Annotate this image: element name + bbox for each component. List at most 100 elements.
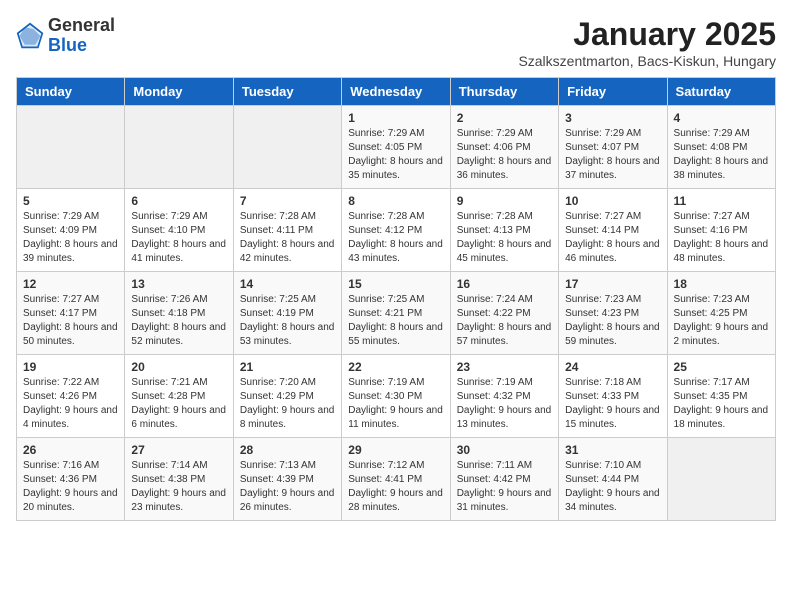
- day-info: Sunrise: 7:18 AM Sunset: 4:33 PM Dayligh…: [565, 376, 660, 432]
- logo-general: General: [48, 15, 115, 35]
- calendar-cell: 21 Sunrise: 7:20 AM Sunset: 4:29 PM Dayli…: [233, 355, 341, 438]
- calendar-cell: 18 Sunrise: 7:23 AM Sunset: 4:25 PM Dayli…: [667, 272, 775, 355]
- day-info: Sunrise: 7:20 AM Sunset: 4:29 PM Dayligh…: [240, 376, 335, 432]
- day-number: 2: [457, 111, 552, 125]
- day-info: Sunrise: 7:25 AM Sunset: 4:19 PM Dayligh…: [240, 293, 335, 349]
- day-number: 10: [565, 194, 660, 208]
- calendar-cell: 24 Sunrise: 7:18 AM Sunset: 4:33 PM Dayli…: [559, 355, 667, 438]
- weekday-header-thursday: Thursday: [450, 78, 558, 106]
- calendar-cell: 2 Sunrise: 7:29 AM Sunset: 4:06 PM Daylig…: [450, 106, 558, 189]
- day-info: Sunrise: 7:27 AM Sunset: 4:17 PM Dayligh…: [23, 293, 118, 349]
- weekday-header-wednesday: Wednesday: [342, 78, 450, 106]
- day-info: Sunrise: 7:19 AM Sunset: 4:30 PM Dayligh…: [348, 376, 443, 432]
- calendar-cell: 23 Sunrise: 7:19 AM Sunset: 4:32 PM Dayli…: [450, 355, 558, 438]
- day-info: Sunrise: 7:19 AM Sunset: 4:32 PM Dayligh…: [457, 376, 552, 432]
- calendar-cell: 12 Sunrise: 7:27 AM Sunset: 4:17 PM Dayli…: [17, 272, 125, 355]
- calendar-cell: 19 Sunrise: 7:22 AM Sunset: 4:26 PM Dayli…: [17, 355, 125, 438]
- calendar-cell: 15 Sunrise: 7:25 AM Sunset: 4:21 PM Dayli…: [342, 272, 450, 355]
- day-info: Sunrise: 7:16 AM Sunset: 4:36 PM Dayligh…: [23, 459, 118, 515]
- day-number: 18: [674, 277, 769, 291]
- day-number: 5: [23, 194, 118, 208]
- logo: General Blue: [16, 16, 115, 56]
- day-number: 12: [23, 277, 118, 291]
- day-info: Sunrise: 7:27 AM Sunset: 4:16 PM Dayligh…: [674, 210, 769, 266]
- day-info: Sunrise: 7:14 AM Sunset: 4:38 PM Dayligh…: [131, 459, 226, 515]
- day-info: Sunrise: 7:29 AM Sunset: 4:05 PM Dayligh…: [348, 127, 443, 183]
- calendar-cell: [667, 438, 775, 521]
- day-number: 9: [457, 194, 552, 208]
- calendar-cell: 6 Sunrise: 7:29 AM Sunset: 4:10 PM Daylig…: [125, 189, 233, 272]
- day-number: 27: [131, 443, 226, 457]
- logo-blue: Blue: [48, 35, 87, 55]
- day-info: Sunrise: 7:28 AM Sunset: 4:12 PM Dayligh…: [348, 210, 443, 266]
- day-number: 16: [457, 277, 552, 291]
- day-info: Sunrise: 7:17 AM Sunset: 4:35 PM Dayligh…: [674, 376, 769, 432]
- day-number: 24: [565, 360, 660, 374]
- calendar-week-3: 12 Sunrise: 7:27 AM Sunset: 4:17 PM Dayli…: [17, 272, 776, 355]
- calendar-cell: 4Sunrise: 7:29 AM Sunset: 4:08 PM Daylig…: [667, 106, 775, 189]
- calendar-cell: [17, 106, 125, 189]
- calendar-table: SundayMondayTuesdayWednesdayThursdayFrid…: [16, 77, 776, 521]
- logo-icon: [16, 22, 44, 50]
- calendar-cell: 1 Sunrise: 7:29 AM Sunset: 4:05 PM Daylig…: [342, 106, 450, 189]
- calendar-cell: 13 Sunrise: 7:26 AM Sunset: 4:18 PM Dayli…: [125, 272, 233, 355]
- calendar-cell: 28 Sunrise: 7:13 AM Sunset: 4:39 PM Dayli…: [233, 438, 341, 521]
- weekday-header-monday: Monday: [125, 78, 233, 106]
- calendar-cell: [233, 106, 341, 189]
- day-number: 28: [240, 443, 335, 457]
- weekday-header-row: SundayMondayTuesdayWednesdayThursdayFrid…: [17, 78, 776, 106]
- location: Szalkszentmarton, Bacs-Kiskun, Hungary: [518, 53, 776, 69]
- calendar-cell: 11Sunrise: 7:27 AM Sunset: 4:16 PM Dayli…: [667, 189, 775, 272]
- calendar-cell: 29 Sunrise: 7:12 AM Sunset: 4:41 PM Dayli…: [342, 438, 450, 521]
- day-info: Sunrise: 7:11 AM Sunset: 4:42 PM Dayligh…: [457, 459, 552, 515]
- day-number: 19: [23, 360, 118, 374]
- day-number: 20: [131, 360, 226, 374]
- calendar-cell: 20 Sunrise: 7:21 AM Sunset: 4:28 PM Dayli…: [125, 355, 233, 438]
- day-number: 31: [565, 443, 660, 457]
- day-number: 8: [348, 194, 443, 208]
- weekday-header-friday: Friday: [559, 78, 667, 106]
- day-info: Sunrise: 7:23 AM Sunset: 4:25 PM Dayligh…: [674, 293, 769, 349]
- day-number: 17: [565, 277, 660, 291]
- calendar-week-1: 1 Sunrise: 7:29 AM Sunset: 4:05 PM Daylig…: [17, 106, 776, 189]
- day-info: Sunrise: 7:22 AM Sunset: 4:26 PM Dayligh…: [23, 376, 118, 432]
- calendar-cell: 7Sunrise: 7:28 AM Sunset: 4:11 PM Daylig…: [233, 189, 341, 272]
- day-number: 23: [457, 360, 552, 374]
- day-number: 3: [565, 111, 660, 125]
- day-info: Sunrise: 7:29 AM Sunset: 4:06 PM Dayligh…: [457, 127, 552, 183]
- day-number: 21: [240, 360, 335, 374]
- day-number: 6: [131, 194, 226, 208]
- weekday-header-tuesday: Tuesday: [233, 78, 341, 106]
- calendar-cell: 30 Sunrise: 7:11 AM Sunset: 4:42 PM Dayli…: [450, 438, 558, 521]
- page-header: General Blue January 2025 Szalkszentmart…: [16, 16, 776, 69]
- day-info: Sunrise: 7:21 AM Sunset: 4:28 PM Dayligh…: [131, 376, 226, 432]
- calendar-cell: 10Sunrise: 7:27 AM Sunset: 4:14 PM Dayli…: [559, 189, 667, 272]
- calendar-cell: 22 Sunrise: 7:19 AM Sunset: 4:30 PM Dayli…: [342, 355, 450, 438]
- day-number: 15: [348, 277, 443, 291]
- day-info: Sunrise: 7:12 AM Sunset: 4:41 PM Dayligh…: [348, 459, 443, 515]
- day-number: 29: [348, 443, 443, 457]
- day-info: Sunrise: 7:25 AM Sunset: 4:21 PM Dayligh…: [348, 293, 443, 349]
- day-number: 30: [457, 443, 552, 457]
- day-info: Sunrise: 7:23 AM Sunset: 4:23 PM Dayligh…: [565, 293, 660, 349]
- calendar-cell: 8 Sunrise: 7:28 AM Sunset: 4:12 PM Daylig…: [342, 189, 450, 272]
- calendar-cell: 9Sunrise: 7:28 AM Sunset: 4:13 PM Daylig…: [450, 189, 558, 272]
- calendar-cell: 26Sunrise: 7:16 AM Sunset: 4:36 PM Dayli…: [17, 438, 125, 521]
- day-number: 22: [348, 360, 443, 374]
- calendar-cell: 5Sunrise: 7:29 AM Sunset: 4:09 PM Daylig…: [17, 189, 125, 272]
- day-info: Sunrise: 7:24 AM Sunset: 4:22 PM Dayligh…: [457, 293, 552, 349]
- calendar-week-4: 19 Sunrise: 7:22 AM Sunset: 4:26 PM Dayli…: [17, 355, 776, 438]
- calendar-cell: 14Sunrise: 7:25 AM Sunset: 4:19 PM Dayli…: [233, 272, 341, 355]
- calendar-cell: 3Sunrise: 7:29 AM Sunset: 4:07 PM Daylig…: [559, 106, 667, 189]
- day-info: Sunrise: 7:29 AM Sunset: 4:10 PM Dayligh…: [131, 210, 226, 266]
- calendar-cell: 17 Sunrise: 7:23 AM Sunset: 4:23 PM Dayli…: [559, 272, 667, 355]
- title-block: January 2025 Szalkszentmarton, Bacs-Kisk…: [518, 16, 776, 69]
- calendar-cell: 16 Sunrise: 7:24 AM Sunset: 4:22 PM Dayli…: [450, 272, 558, 355]
- calendar-cell: [125, 106, 233, 189]
- day-info: Sunrise: 7:28 AM Sunset: 4:11 PM Dayligh…: [240, 210, 335, 266]
- day-info: Sunrise: 7:26 AM Sunset: 4:18 PM Dayligh…: [131, 293, 226, 349]
- day-info: Sunrise: 7:13 AM Sunset: 4:39 PM Dayligh…: [240, 459, 335, 515]
- day-number: 13: [131, 277, 226, 291]
- calendar-cell: 31Sunrise: 7:10 AM Sunset: 4:44 PM Dayli…: [559, 438, 667, 521]
- day-number: 1: [348, 111, 443, 125]
